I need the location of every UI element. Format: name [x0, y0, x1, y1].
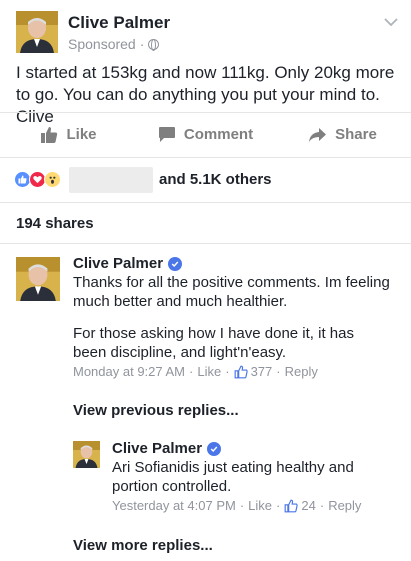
comment-likes-count: 377	[250, 364, 273, 379]
comment-reply-button[interactable]: Reply	[285, 364, 318, 379]
share-button[interactable]: Share	[274, 113, 411, 156]
globe-icon	[148, 38, 160, 51]
comment-avatar[interactable]	[16, 257, 60, 301]
reply-author-name: Clive Palmer	[112, 440, 203, 457]
comment-author[interactable]: Clive Palmer	[73, 255, 183, 272]
reactions-count[interactable]: and 5.1K others	[159, 171, 272, 188]
reply-text: Ari Sofianidis just eating healthy and p…	[112, 459, 354, 495]
reactions-summary[interactable]: and 5.1K others	[0, 157, 411, 201]
meta-dot: ·	[225, 364, 230, 379]
redacted-name	[69, 166, 153, 193]
meta-separator: ·	[139, 36, 145, 52]
reply-likes[interactable]: 24	[284, 498, 316, 513]
view-more-replies-link[interactable]: View more replies...	[73, 537, 213, 554]
post-header: Clive Palmer Sponsored ·	[0, 0, 411, 60]
reply-avatar[interactable]	[73, 441, 100, 468]
reply-like-button[interactable]: Like	[248, 498, 272, 513]
wow-reaction-icon	[44, 171, 61, 188]
comment-text-p2: For those asking how I have done it, it …	[73, 325, 354, 361]
comment-button[interactable]: Comment	[137, 113, 274, 156]
comment-text-p1: Thanks for all the positive comments. Im…	[73, 274, 390, 310]
meta-dot: ·	[319, 498, 325, 513]
reply-author[interactable]: Clive Palmer	[112, 440, 222, 457]
comment-icon	[158, 127, 175, 142]
post-action-bar: Like Comment Share	[0, 112, 411, 156]
post-meta: Sponsored ·	[68, 36, 160, 52]
post-author-name[interactable]: Clive Palmer	[68, 13, 170, 33]
reply-time[interactable]: Yesterday at 4:07 PM	[112, 498, 236, 513]
sponsored-label[interactable]: Sponsored	[68, 36, 136, 52]
reply-reply-button[interactable]: Reply	[328, 498, 361, 513]
thumbs-up-icon	[41, 126, 58, 143]
view-previous-replies-link[interactable]: View previous replies...	[73, 402, 239, 419]
verified-badge-icon	[207, 441, 222, 456]
reply-meta: Yesterday at 4:07 PM · Like · 24 · Reply	[112, 498, 361, 513]
comment-likes[interactable]: 377	[234, 364, 273, 379]
share-icon	[309, 127, 327, 142]
like-label: Like	[66, 126, 97, 143]
thumbs-up-outline-icon	[234, 365, 248, 378]
like-button[interactable]: Like	[0, 113, 137, 156]
meta-dot: ·	[239, 498, 245, 513]
author-avatar[interactable]	[16, 11, 58, 53]
share-label: Share	[335, 126, 377, 143]
comment-meta: Monday at 9:27 AM · Like · 377 · Reply	[73, 364, 318, 379]
thumbs-up-outline-icon	[284, 499, 299, 512]
comment-label: Comment	[183, 126, 254, 143]
meta-dot: ·	[276, 364, 281, 379]
meta-dot: ·	[276, 498, 281, 513]
chevron-down-icon[interactable]	[383, 14, 399, 30]
comment-like-button[interactable]: Like	[197, 364, 221, 379]
comment-time[interactable]: Monday at 9:27 AM	[73, 364, 185, 379]
reply-likes-count: 24	[301, 498, 316, 513]
shares-count[interactable]: 194 shares	[0, 202, 411, 244]
comment-author-name: Clive Palmer	[73, 255, 164, 272]
verified-badge-icon	[168, 256, 183, 271]
meta-dot: ·	[189, 364, 194, 379]
